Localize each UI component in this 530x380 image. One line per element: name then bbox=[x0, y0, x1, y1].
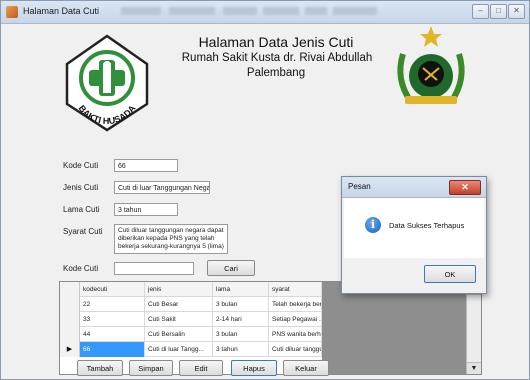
title-bar[interactable]: Halaman Data Cuti ‒ □ ✕ bbox=[1, 1, 529, 24]
page-title: Halaman Data Jenis Cuti bbox=[198, 34, 354, 50]
information-icon: i bbox=[365, 217, 381, 233]
hospital-name: Rumah Sakit Kusta dr. Rivai Abdullah bbox=[181, 52, 373, 64]
grid-vertical-scrollbar[interactable]: ▲ ▼ bbox=[466, 282, 481, 374]
cell-lama[interactable]: 3 bulan bbox=[213, 327, 269, 342]
ok-button[interactable]: OK bbox=[424, 265, 476, 283]
dialog-body: i Data Sukses Terhapus bbox=[344, 198, 484, 258]
search-kode-label: Kode Cuti bbox=[63, 264, 99, 273]
cari-button[interactable]: Cari bbox=[207, 260, 255, 276]
blurred-tab bbox=[121, 7, 161, 15]
tambah-button[interactable]: Tambah bbox=[77, 360, 123, 376]
simpan-button[interactable]: Simpan bbox=[129, 360, 173, 376]
column-header-kodecuti[interactable]: kodecuti bbox=[80, 282, 145, 297]
cell-syarat[interactable]: Setiap Pegawai ... bbox=[269, 312, 322, 327]
maximize-button[interactable]: □ bbox=[490, 4, 507, 19]
dialog-title: Pesan bbox=[348, 182, 371, 191]
cell-kodecuti[interactable]: 22 bbox=[80, 297, 145, 312]
cell-syarat[interactable]: Telah bekerja ber... bbox=[269, 297, 322, 312]
cell-syarat[interactable]: PNS wanita berh... bbox=[269, 327, 322, 342]
cell-lama[interactable]: 3 bulan bbox=[213, 297, 269, 312]
column-header-jenis[interactable]: jenis bbox=[145, 282, 213, 297]
blurred-tab bbox=[223, 7, 257, 15]
app-icon bbox=[6, 6, 18, 18]
keluar-button[interactable]: Keluar bbox=[283, 360, 329, 376]
emblem-star bbox=[420, 26, 442, 47]
jenis-cuti-label: Jenis Cuti bbox=[63, 183, 99, 192]
kode-cuti-field[interactable]: 66 bbox=[114, 159, 178, 172]
column-header-lama[interactable]: lama bbox=[213, 282, 269, 297]
lama-cuti-field[interactable]: 3 tahun bbox=[114, 203, 178, 216]
blurred-tab bbox=[263, 7, 299, 15]
dialog-message: Data Sukses Terhapus bbox=[389, 221, 465, 230]
row-header[interactable] bbox=[60, 312, 80, 327]
blurred-tab bbox=[169, 7, 215, 15]
selected-row-marker[interactable]: ▶ bbox=[60, 342, 80, 357]
scroll-down-arrow[interactable]: ▼ bbox=[467, 362, 481, 374]
cell-jenis[interactable]: Cuti Besar bbox=[145, 297, 213, 312]
emblem-ribbon bbox=[405, 96, 457, 104]
cell-kodecuti[interactable]: 44 bbox=[80, 327, 145, 342]
bakti-husada-logo: BAKTI HUSADA bbox=[65, 34, 149, 132]
main-window: Halaman Data Cuti ‒ □ ✕ BAKTI HUSADA Hal… bbox=[0, 0, 530, 380]
cell-jenis[interactable]: Cuti Sakit bbox=[145, 312, 213, 327]
search-kode-input[interactable] bbox=[114, 262, 194, 275]
cell-lama[interactable]: 2-14 hari bbox=[213, 312, 269, 327]
minimize-button[interactable]: ‒ bbox=[472, 4, 489, 19]
hospital-emblem-logo bbox=[397, 26, 465, 104]
cell-jenis[interactable]: Cuti Bersalin bbox=[145, 327, 213, 342]
dialog-close-button[interactable]: ✕ bbox=[449, 180, 481, 195]
syarat-cuti-textarea[interactable]: Cuti diluar tanggungan negara dapat dibe… bbox=[114, 224, 228, 254]
table-row-selected[interactable]: ▶ 66 Cuti di luar Tangg... 3 tahun Cuti … bbox=[60, 342, 322, 357]
jenis-cuti-field[interactable]: Cuti di luar Tanggungan Negara bbox=[114, 181, 210, 194]
table-row[interactable]: 22 Cuti Besar 3 bulan Telah bekerja ber.… bbox=[60, 297, 322, 312]
hospital-city: Palembang bbox=[246, 67, 306, 79]
cell-syarat[interactable]: Cuti diluar tanggu... bbox=[269, 342, 322, 357]
edit-button[interactable]: Edit bbox=[179, 360, 223, 376]
table-row[interactable]: 33 Cuti Sakit 2-14 hari Setiap Pegawai .… bbox=[60, 312, 322, 327]
table-row[interactable]: 44 Cuti Bersalin 3 bulan PNS wanita berh… bbox=[60, 327, 322, 342]
cell-lama[interactable]: 3 tahun bbox=[213, 342, 269, 357]
cell-kodecuti[interactable]: 66 bbox=[80, 342, 145, 357]
blurred-tab bbox=[305, 7, 327, 15]
window-title: Halaman Data Cuti bbox=[23, 6, 100, 16]
row-header[interactable] bbox=[60, 297, 80, 312]
blurred-tab bbox=[333, 7, 377, 15]
cell-kodecuti[interactable]: 33 bbox=[80, 312, 145, 327]
dialog-title-bar[interactable]: Pesan ✕ bbox=[342, 177, 486, 198]
row-header[interactable] bbox=[60, 327, 80, 342]
message-dialog[interactable]: Pesan ✕ i Data Sukses Terhapus OK bbox=[341, 176, 487, 294]
cell-jenis[interactable]: Cuti di luar Tangg... bbox=[145, 342, 213, 357]
lama-cuti-label: Lama Cuti bbox=[63, 205, 100, 214]
hapus-button[interactable]: Hapus bbox=[231, 360, 277, 376]
grid-header-row: kodecuti jenis lama syarat bbox=[60, 282, 322, 297]
form-client-area: BAKTI HUSADA Halaman Data Jenis Cuti Rum… bbox=[1, 24, 529, 379]
logo-snake-head bbox=[103, 61, 111, 69]
close-button[interactable]: ✕ bbox=[508, 4, 525, 19]
kode-cuti-label: Kode Cuti bbox=[63, 161, 99, 170]
column-header-syarat[interactable]: syarat bbox=[269, 282, 322, 297]
row-header-corner bbox=[60, 282, 80, 297]
syarat-cuti-label: Syarat Cuti bbox=[63, 227, 103, 236]
